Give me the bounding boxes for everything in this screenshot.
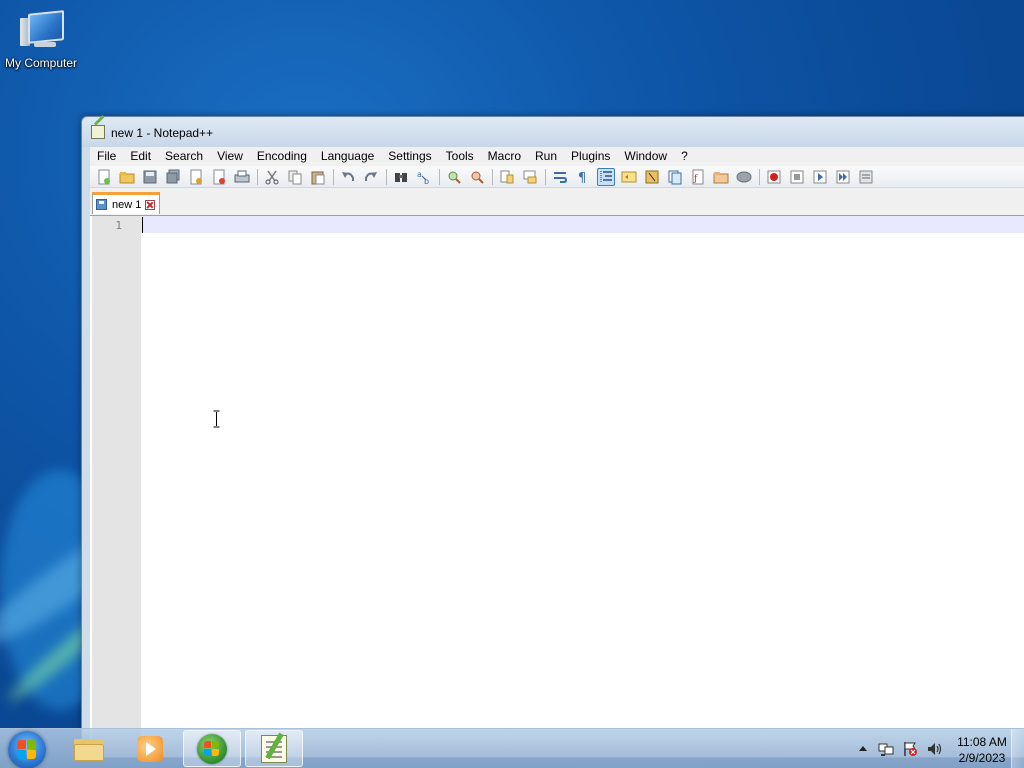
toolbar-separator	[333, 168, 334, 185]
menu-window[interactable]: Window	[617, 147, 674, 166]
close-tab-icon[interactable]	[145, 199, 156, 210]
show-hidden-icons-icon[interactable]	[859, 746, 867, 751]
clock-date: 2/9/2023	[958, 751, 1006, 765]
menu-tools[interactable]: Tools	[439, 147, 481, 166]
zoom-in-icon[interactable]	[445, 168, 463, 186]
indent-guide-icon[interactable]	[597, 167, 615, 186]
word-wrap-icon[interactable]	[551, 168, 569, 186]
run-macro-multiple-icon[interactable]	[834, 168, 852, 186]
computer-icon	[20, 8, 64, 50]
clock[interactable]: 11:08 AM 2/9/2023	[952, 734, 1012, 766]
user-language-icon[interactable]	[620, 168, 638, 186]
toolbar-separator	[759, 168, 760, 185]
print-icon[interactable]	[233, 168, 251, 186]
taskbar-media-center[interactable]	[121, 730, 179, 767]
menu-bar: File Edit Search View Encoding Language …	[90, 147, 1024, 166]
monitoring-icon[interactable]	[735, 168, 753, 186]
save-all-icon[interactable]	[164, 168, 182, 186]
toolbar-separator	[492, 168, 493, 185]
saved-state-icon	[96, 199, 107, 210]
wmp-icon	[197, 733, 227, 764]
sync-horizontal-icon[interactable]	[521, 168, 539, 186]
notepad-plus-plus-icon	[91, 125, 105, 139]
replace-icon[interactable]: ab	[415, 168, 433, 186]
network-icon[interactable]	[878, 741, 894, 757]
menu-macro[interactable]: Macro	[481, 147, 528, 166]
show-desktop-button[interactable]	[1011, 729, 1024, 768]
folder-icon	[74, 737, 104, 761]
clock-time: 11:08 AM	[957, 735, 1007, 749]
save-macro-icon[interactable]	[857, 168, 875, 186]
close-icon[interactable]	[187, 168, 205, 186]
menu-plugins[interactable]: Plugins	[564, 147, 617, 166]
menu-search[interactable]: Search	[158, 147, 210, 166]
tab-new-1[interactable]: new 1	[92, 192, 160, 214]
save-icon[interactable]	[141, 168, 159, 186]
document-list-icon[interactable]	[666, 168, 684, 186]
menu-encoding[interactable]: Encoding	[250, 147, 314, 166]
line-number-gutter: 1	[92, 216, 141, 757]
toolbar: ab ¶ ƒ	[90, 166, 1024, 188]
record-macro-icon[interactable]	[765, 168, 783, 186]
desktop-icon-label: My Computer	[4, 56, 78, 70]
media-icon	[137, 735, 163, 762]
taskbar-windows-explorer[interactable]	[60, 730, 118, 767]
stop-recording-icon[interactable]	[788, 168, 806, 186]
zoom-out-icon[interactable]	[468, 168, 486, 186]
toolbar-separator	[545, 168, 546, 185]
windows-logo-icon	[17, 740, 37, 760]
cut-icon[interactable]	[263, 168, 281, 186]
menu-help[interactable]: ?	[674, 147, 695, 166]
svg-text:a: a	[417, 170, 422, 179]
document-map-icon[interactable]	[643, 168, 661, 186]
ibeam-cursor-icon	[213, 410, 220, 428]
close-all-icon[interactable]	[210, 168, 228, 186]
menu-edit[interactable]: Edit	[123, 147, 158, 166]
sync-vertical-icon[interactable]	[498, 168, 516, 186]
title-bar[interactable]: new 1 - Notepad++	[82, 117, 1024, 147]
taskbar-windows-media-player[interactable]	[183, 730, 241, 767]
window-title: new 1 - Notepad++	[111, 126, 214, 140]
tab-label: new 1	[112, 198, 142, 211]
undo-icon[interactable]	[339, 168, 357, 186]
menu-language[interactable]: Language	[314, 147, 381, 166]
system-tray: 11:08 AM 2/9/2023	[834, 729, 1024, 768]
tab-bar: new 1	[90, 188, 1024, 216]
show-all-characters-icon[interactable]: ¶	[574, 168, 592, 186]
redo-icon[interactable]	[362, 168, 380, 186]
menu-settings[interactable]: Settings	[381, 147, 438, 166]
menu-run[interactable]: Run	[528, 147, 564, 166]
svg-text:¶: ¶	[578, 171, 586, 185]
function-list-icon[interactable]: ƒ	[689, 168, 707, 186]
editor[interactable]: 1	[90, 216, 1024, 757]
toolbar-separator	[386, 168, 387, 185]
copy-icon[interactable]	[286, 168, 304, 186]
action-center-flag-icon[interactable]	[902, 741, 918, 757]
taskbar-notepad-plus-plus[interactable]	[245, 730, 303, 767]
desktop-icon-my-computer[interactable]: My Computer	[2, 8, 80, 70]
menu-view[interactable]: View	[210, 147, 250, 166]
menu-file[interactable]: File	[90, 147, 123, 166]
folder-workspace-icon[interactable]	[712, 168, 730, 186]
volume-icon[interactable]	[926, 741, 942, 757]
paste-icon[interactable]	[309, 168, 327, 186]
notepad-plus-plus-icon	[261, 734, 287, 763]
open-file-icon[interactable]	[118, 168, 136, 186]
svg-text:ƒ: ƒ	[693, 174, 698, 184]
current-line-highlight	[141, 216, 1024, 233]
line-number: 1	[115, 219, 122, 232]
find-icon[interactable]	[392, 168, 410, 186]
toolbar-separator	[439, 168, 440, 185]
notepad-plus-plus-window: new 1 - Notepad++ File Edit Search View …	[81, 116, 1024, 758]
new-file-icon[interactable]	[95, 168, 113, 186]
playback-macro-icon[interactable]	[811, 168, 829, 186]
toolbar-separator	[257, 168, 258, 185]
start-button[interactable]	[8, 731, 46, 768]
text-caret	[142, 217, 143, 233]
taskbar: 11:08 AM 2/9/2023	[0, 728, 1024, 768]
